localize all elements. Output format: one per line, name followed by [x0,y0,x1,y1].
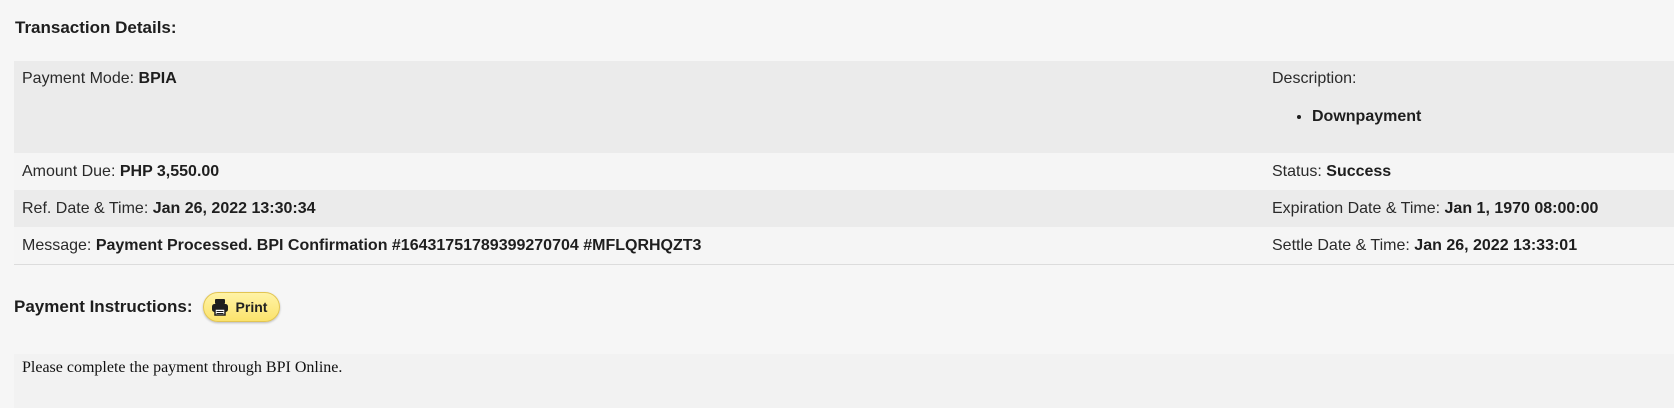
printer-icon [210,297,230,317]
payment-instructions-title: Payment Instructions: [14,297,193,316]
description-label: Description: [1272,70,1357,87]
description-item: Downpayment [1312,108,1674,126]
expiration-datetime-cell: Expiration Date & Time: Jan 1, 1970 08:0… [1272,190,1674,227]
print-button-label: Print [235,299,268,315]
table-row: Payment Mode: BPIA Description: Downpaym… [14,61,1674,153]
description-cell: Description: Downpayment [1272,61,1674,153]
status-label: Status: [1272,163,1322,180]
table-row: Message: Payment Processed. BPI Confirma… [14,227,1674,265]
payment-mode-cell: Payment Mode: BPIA [14,61,1272,153]
expiration-datetime-value: Jan 1, 1970 08:00:00 [1444,200,1599,217]
transaction-details-table: Payment Mode: BPIA Description: Downpaym… [14,61,1674,265]
payment-instructions-box: Please complete the payment through BPI … [14,354,1674,408]
message-cell: Message: Payment Processed. BPI Confirma… [14,227,1272,265]
description-list: Downpayment [1272,108,1674,126]
payment-mode-value: BPIA [138,70,177,87]
transaction-details-title: Transaction Details: [15,18,177,37]
settle-datetime-label: Settle Date & Time: [1272,237,1410,254]
status-cell: Status: Success [1272,153,1674,190]
print-button[interactable]: Print [202,292,281,322]
message-value: Payment Processed. BPI Confirmation #164… [95,237,702,254]
amount-due-label: Amount Due: [22,163,116,180]
table-row: Amount Due: PHP 3,550.00 Status: Success [14,153,1674,190]
ref-datetime-label: Ref. Date & Time: [22,200,149,217]
payment-instructions-header: Payment Instructions: Print [14,292,281,322]
ref-datetime-value: Jan 26, 2022 13:30:34 [152,200,316,217]
payment-instructions-text: Please complete the payment through BPI … [22,359,343,376]
settle-datetime-value: Jan 26, 2022 13:33:01 [1414,237,1578,254]
amount-due-cell: Amount Due: PHP 3,550.00 [14,153,1272,190]
expiration-datetime-label: Expiration Date & Time: [1272,200,1441,217]
ref-datetime-cell: Ref. Date & Time: Jan 26, 2022 13:30:34 [14,190,1272,227]
status-value: Success [1326,163,1392,180]
payment-mode-label: Payment Mode: [22,70,135,87]
settle-datetime-cell: Settle Date & Time: Jan 26, 2022 13:33:0… [1272,227,1674,265]
amount-due-value: PHP 3,550.00 [119,163,220,180]
message-label: Message: [22,237,92,254]
table-row: Ref. Date & Time: Jan 26, 2022 13:30:34 … [14,190,1674,227]
